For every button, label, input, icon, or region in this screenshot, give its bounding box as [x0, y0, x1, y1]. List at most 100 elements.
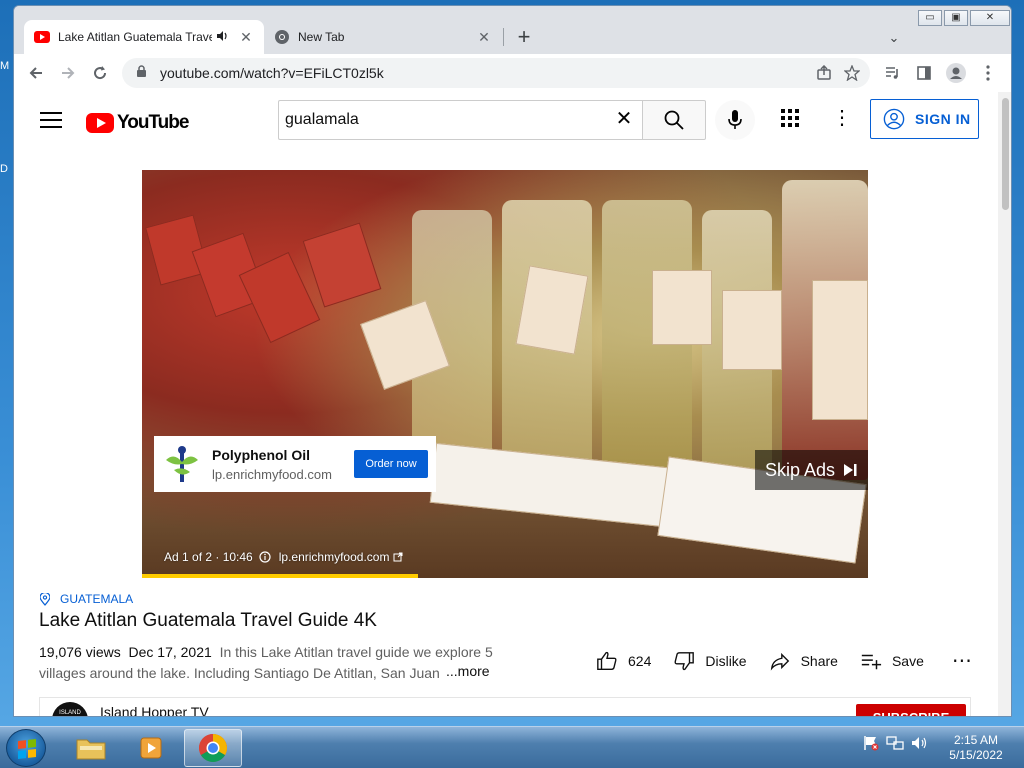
save-label: Save [891, 652, 924, 669]
close-tab-icon[interactable]: ✕ [476, 29, 492, 45]
side-panel-icon[interactable] [910, 59, 938, 87]
youtube-logo-text: YouTube [117, 112, 189, 133]
bookmark-star-icon[interactable] [838, 59, 866, 87]
video-player[interactable]: Polyphenol Oil lp.enrichmyfood.com Order… [142, 170, 868, 578]
ad-title: Polyphenol Oil [212, 446, 311, 463]
minimize-button[interactable]: ▭ [918, 10, 942, 26]
like-count: 624 [628, 652, 652, 669]
location-tag[interactable]: GUATEMALA [40, 592, 133, 606]
video-actions: 624 Dislike Share Save ⋯ [596, 648, 994, 673]
system-tray [862, 735, 934, 751]
video-description[interactable]: 19,076 views Dec 17, 2021 In this Lake A… [39, 642, 499, 684]
youtube-favicon-icon [34, 29, 50, 45]
chrome-favicon-icon [274, 29, 290, 45]
media-control-icon[interactable] [878, 59, 906, 87]
tab-divider [503, 28, 504, 46]
dislike-button[interactable]: Dislike [673, 650, 747, 672]
apps-grid-icon[interactable] [780, 108, 804, 132]
channel-name[interactable]: Island Hopper TV [100, 704, 209, 716]
volume-icon[interactable] [910, 735, 928, 751]
skip-next-icon [844, 464, 857, 476]
thumbs-up-icon [597, 651, 617, 670]
tab-search-chevron-icon[interactable]: ⌄ [882, 26, 906, 50]
like-button[interactable]: 624 [596, 650, 651, 672]
save-button[interactable]: Save [860, 650, 924, 672]
tab-youtube[interactable]: Lake Atitlan Guatemala Trave ✕ [24, 20, 264, 54]
search-input-value: gualamala [285, 111, 359, 128]
share-button[interactable]: Share [769, 650, 838, 672]
browser-menu-icon[interactable] [974, 59, 1002, 87]
tab-title: Lake Atitlan Guatemala Trave [58, 30, 212, 44]
share-label: Share [800, 652, 838, 669]
forward-button[interactable] [54, 59, 82, 87]
maximize-button[interactable]: ▣ [944, 10, 968, 26]
back-button[interactable] [22, 59, 50, 87]
browser-toolbar: youtube.com/watch?v=EFiLCT0zl5k [14, 54, 1011, 92]
clock-time: 2:15 AM [953, 733, 999, 747]
taskbar-media-player[interactable] [122, 729, 180, 767]
browser-window: Lake Atitlan Guatemala Trave ✕ New Tab ✕… [13, 5, 1012, 717]
show-more-link[interactable]: ...more [442, 663, 490, 679]
folder-icon [76, 739, 106, 760]
order-now-button[interactable]: Order now [354, 450, 428, 478]
channel-avatar[interactable]: ISLAND HOPPER [52, 702, 88, 716]
url-text: youtube.com/watch?v=EFiLCT0zl5k [160, 65, 384, 81]
taskbar-chrome[interactable] [184, 729, 242, 767]
scene-shape [602, 200, 692, 500]
network-icon[interactable] [886, 735, 904, 751]
tab-new-tab[interactable]: New Tab ✕ [264, 20, 502, 54]
microphone-icon [728, 110, 742, 129]
chrome-icon [199, 734, 227, 762]
search-icon [664, 110, 684, 130]
ad-info-url[interactable]: lp.enrichmyfood.com [279, 550, 390, 564]
settings-more-icon[interactable]: ⋮ [830, 108, 854, 132]
desktop-icon-fragment: D [0, 163, 8, 175]
account-icon [883, 108, 905, 130]
voice-search-button[interactable] [715, 100, 755, 140]
channel-row: ISLAND HOPPER Island Hopper TV SUBSCRIBE [39, 697, 971, 716]
close-window-button[interactable]: ✕ [970, 10, 1010, 26]
audio-playing-icon[interactable] [216, 30, 230, 45]
taskbar-file-explorer[interactable] [62, 729, 120, 767]
search-button[interactable] [642, 100, 706, 140]
more-actions-icon[interactable]: ⋯ [952, 648, 972, 673]
video-title: Lake Atitlan Guatemala Travel Guide 4K [39, 610, 377, 631]
page-scrollbar[interactable] [998, 92, 1011, 716]
ad-overlay-card[interactable]: Polyphenol Oil lp.enrichmyfood.com Order… [154, 436, 436, 492]
scene-shape [652, 270, 712, 345]
windows-logo-icon [18, 739, 36, 759]
reload-button[interactable] [86, 59, 114, 87]
youtube-page: YouTube gualamala ✕ ⋮ SIGN IN Polyphenol… [14, 92, 998, 716]
action-center-flag-icon[interactable] [862, 735, 880, 751]
ad-progress-bar[interactable] [142, 574, 418, 578]
thumbs-down-icon [674, 651, 695, 670]
guide-menu-icon[interactable] [40, 112, 62, 128]
clock-date: 5/15/2022 [949, 748, 1003, 762]
location-text: GUATEMALA [60, 592, 134, 606]
search-input[interactable]: gualamala [278, 100, 642, 140]
clear-search-icon[interactable]: ✕ [612, 108, 636, 132]
ad-info-bar: Ad 1 of 2 · 10:46 lp.enrichmyfood.com [164, 550, 403, 564]
lock-icon[interactable] [136, 65, 150, 81]
system-clock[interactable]: 2:15 AM 5/15/2022 [940, 733, 1012, 763]
sign-in-button[interactable]: SIGN IN [870, 99, 979, 139]
skip-ads-button[interactable]: Skip Ads [755, 450, 868, 490]
subscribe-button[interactable]: SUBSCRIBE [856, 704, 966, 716]
address-bar[interactable]: youtube.com/watch?v=EFiLCT0zl5k [122, 58, 870, 88]
info-icon [259, 551, 271, 563]
profile-avatar-icon[interactable] [942, 59, 970, 87]
skip-ads-label: Skip Ads [765, 459, 836, 480]
youtube-header: YouTube gualamala ✕ ⋮ SIGN IN [14, 92, 998, 148]
share-page-icon[interactable] [810, 59, 838, 87]
new-tab-button[interactable]: + [510, 24, 538, 52]
scene-shape [812, 280, 868, 420]
youtube-logo[interactable]: YouTube [86, 112, 189, 134]
ad-url: lp.enrichmyfood.com [212, 466, 332, 482]
start-button[interactable] [6, 729, 46, 767]
scrollbar-thumb[interactable] [1002, 98, 1009, 210]
playlist-add-icon [861, 654, 882, 669]
location-pin-icon [40, 592, 50, 606]
close-tab-icon[interactable]: ✕ [238, 29, 254, 45]
tab-title: New Tab [298, 30, 345, 44]
ad-count-text: Ad 1 of 2 · 10:46 [164, 550, 253, 564]
